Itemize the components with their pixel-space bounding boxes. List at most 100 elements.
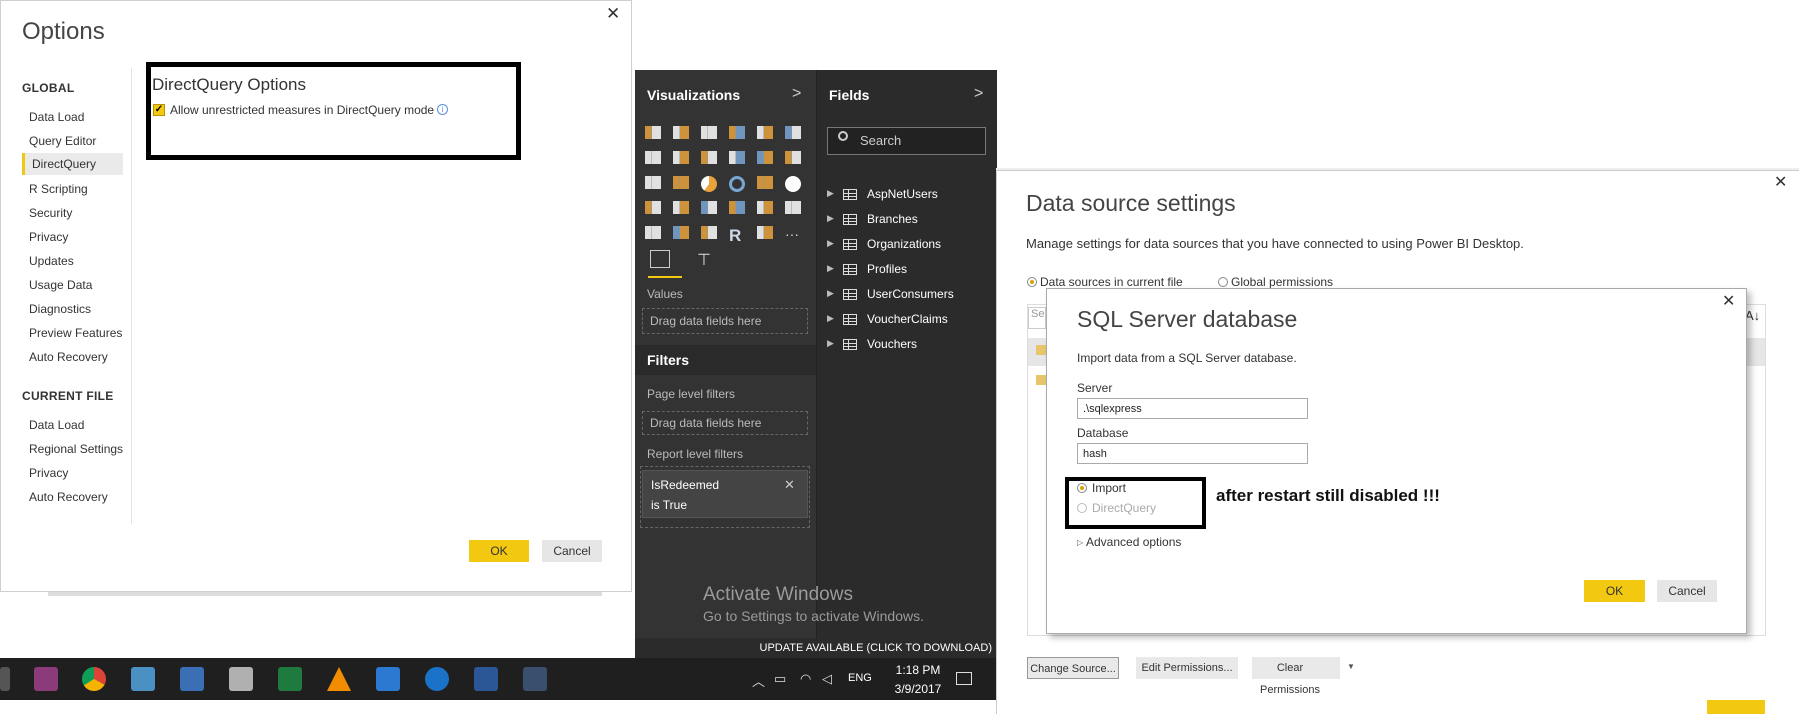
options-item-privacy[interactable]: Privacy [29,230,68,244]
change-source-button[interactable]: Change Source... [1027,657,1119,679]
line-column-visual-icon[interactable] [729,151,745,164]
server-input[interactable] [1077,398,1308,419]
options-item-cf-data-load[interactable]: Data Load [29,418,84,432]
fields-collapse-chevron-icon[interactable]: > [974,85,983,103]
arcgis-visual-icon[interactable] [757,226,773,239]
sort-icon[interactable]: A↓ [1745,308,1760,323]
options-item-updates[interactable]: Updates [29,254,74,268]
info-icon[interactable]: i [437,104,448,115]
sql-close-icon[interactable]: ✕ [1722,291,1735,311]
r-visual-visual-icon[interactable]: R [729,226,745,245]
options-item-directquery[interactable]: DirectQuery [22,153,123,175]
battery-icon[interactable]: ▭ [774,671,786,687]
options-close-icon[interactable]: ✕ [606,4,620,24]
vlc-icon[interactable] [327,667,351,691]
language-indicator[interactable]: ENG [848,672,872,684]
expand-triangle-icon[interactable]: ▶ [827,288,834,299]
visualizations-collapse-chevron-icon[interactable]: > [792,85,801,103]
radio-global-permissions-label[interactable]: Global permissions [1231,275,1333,289]
options-item-query-editor[interactable]: Query Editor [29,134,96,148]
ds-search-input[interactable]: Se [1028,307,1046,329]
taskbar-app-icon[interactable] [229,667,253,691]
options-ok-button[interactable]: OK [469,540,529,562]
options-item-r-scripting[interactable]: R Scripting [29,182,88,196]
radio-global-permissions[interactable] [1218,277,1228,287]
100-column-visual-icon[interactable] [785,126,801,139]
more-visual-icon[interactable]: ··· [785,226,801,242]
taskbar-app-icon[interactable] [523,667,547,691]
expand-triangle-icon[interactable]: ▶ [827,238,834,249]
stacked-area-visual-icon[interactable] [701,151,717,164]
advanced-options-toggle[interactable]: Advanced options [1086,535,1181,549]
expand-triangle-icon[interactable]: ▶ [827,338,834,349]
multirow-card-visual-icon[interactable] [757,201,773,214]
page-filters-drop-zone[interactable]: Drag data fields here [642,411,808,435]
options-horizontal-scrollbar[interactable] [48,592,602,596]
line-visual-icon[interactable] [645,151,661,164]
chrome-icon[interactable] [82,667,106,691]
radio-current-file[interactable] [1027,277,1037,287]
treemap-visual-icon[interactable] [757,176,773,189]
gauge-visual-icon[interactable] [701,201,717,214]
options-item-auto-recovery[interactable]: Auto Recovery [29,350,108,364]
visual-studio-code-icon[interactable] [376,667,400,691]
volume-icon[interactable]: ◁ [822,671,832,687]
filter-remove-close-icon[interactable]: ✕ [784,477,795,493]
options-item-regional-settings[interactable]: Regional Settings [29,442,123,456]
waterfall-visual-icon[interactable] [645,176,661,189]
funnel-visual-icon[interactable] [673,201,689,214]
pie-visual-icon[interactable] [701,176,717,192]
taskbar-app-icon[interactable] [180,667,204,691]
expand-triangle-icon[interactable]: ▶ [827,188,834,199]
unrestricted-measures-label[interactable]: Allow unrestricted measures in DirectQue… [170,103,434,117]
ds-close-icon[interactable]: ✕ [1774,172,1787,192]
stacked-bar-visual-icon[interactable] [645,126,661,139]
unrestricted-measures-checkbox[interactable]: ✓ [153,104,165,116]
options-cancel-button[interactable]: Cancel [542,540,602,562]
radio-import[interactable] [1077,483,1087,493]
values-drop-zone[interactable]: Drag data fields here [642,308,808,334]
sql-ok-button[interactable]: OK [1584,580,1645,602]
sql-cancel-button[interactable]: Cancel [1657,580,1717,602]
database-input[interactable] [1077,443,1308,464]
radio-directquery-label[interactable]: DirectQuery [1092,501,1156,515]
kpi-visual-icon[interactable] [785,201,801,214]
options-item-preview-features[interactable]: Preview Features [29,326,122,340]
options-item-usage-data[interactable]: Usage Data [29,278,92,292]
options-item-cf-auto-recovery[interactable]: Auto Recovery [29,490,108,504]
clustered-bar-visual-icon[interactable] [701,126,717,139]
show-hidden-icons-chevron-icon[interactable]: ︿ [752,671,765,690]
filled-map-visual-icon[interactable] [645,201,661,214]
expand-triangle-icon[interactable]: ▶ [827,313,834,324]
slicer-visual-icon[interactable] [645,226,661,239]
clear-permissions-button[interactable]: Clear Permissions [1252,657,1340,696]
clock-date[interactable]: 3/9/2017 [889,682,947,696]
line-clustered-visual-icon[interactable] [757,151,773,164]
ds-primary-button-partial[interactable] [1707,700,1765,714]
excel-icon[interactable] [278,667,302,691]
fields-search-input[interactable] [827,127,986,155]
matrix-visual-icon[interactable] [701,226,717,239]
expand-triangle-icon[interactable]: ▷ [1077,538,1083,547]
clock-time[interactable]: 1:18 PM [889,663,947,677]
100-bar-visual-icon[interactable] [757,126,773,139]
area-visual-icon[interactable] [673,151,689,164]
taskbar-app-icon-partial[interactable] [0,667,10,691]
expand-triangle-icon[interactable]: ▶ [827,263,834,274]
map-visual-icon[interactable] [785,176,801,192]
card-visual-icon[interactable] [729,201,745,214]
taskbar-app-icon[interactable] [131,667,155,691]
table-visual-icon[interactable] [673,226,689,239]
radio-current-file-label[interactable]: Data sources in current file [1040,275,1183,289]
clustered-column-visual-icon[interactable] [729,126,745,139]
clear-permissions-dropdown-chevron-icon[interactable]: ▼ [1347,662,1355,671]
word-icon[interactable] [474,667,498,691]
scatter-visual-icon[interactable] [673,176,689,189]
donut-visual-icon[interactable] [729,176,745,192]
ribbon-visual-icon[interactable] [785,151,801,164]
options-item-data-load[interactable]: Data Load [29,110,84,124]
taskbar-app-icon[interactable] [34,667,58,691]
wifi-icon[interactable]: ◠ [800,671,811,687]
teamviewer-icon[interactable] [425,667,449,691]
format-paint-roller-icon[interactable]: ⊤ [697,250,711,270]
